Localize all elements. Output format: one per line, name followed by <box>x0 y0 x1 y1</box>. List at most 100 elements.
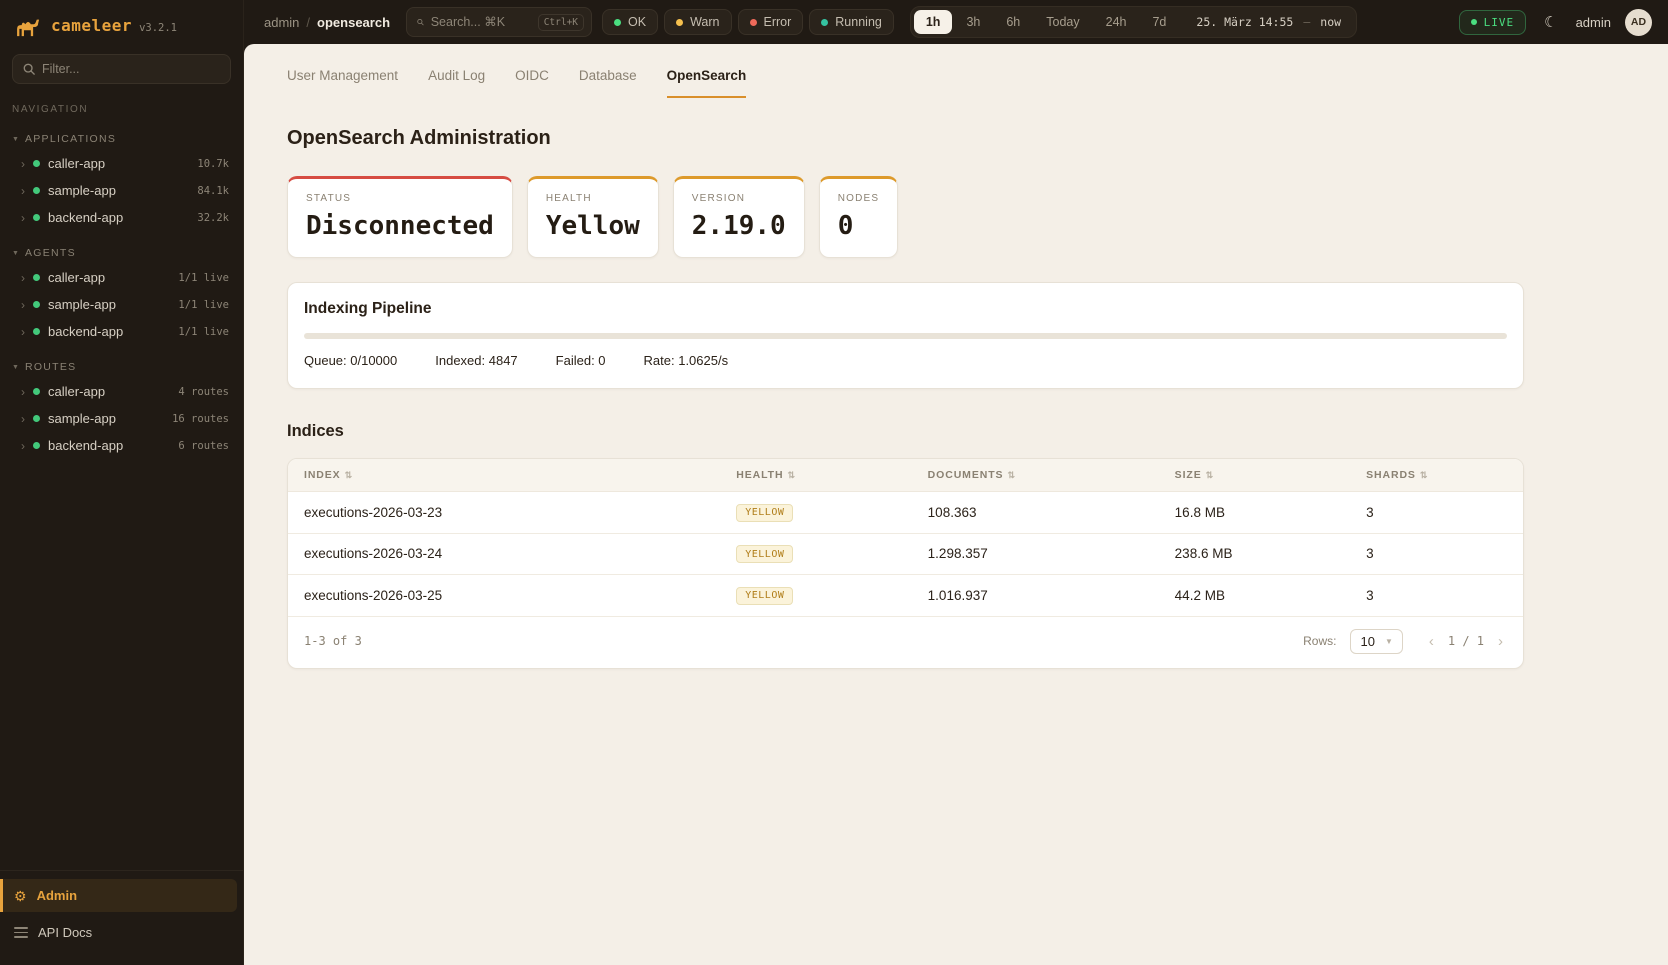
status-dot-icon <box>33 415 40 422</box>
tab-audit-log[interactable]: Audit Log <box>428 68 485 98</box>
search-icon <box>417 16 424 28</box>
sidebar-item-route-sample[interactable]: › sample-app 16 routes <box>0 405 243 432</box>
item-badge: 10.7k <box>197 158 229 170</box>
prev-page-button[interactable]: ‹ <box>1425 632 1438 651</box>
item-label: caller-app <box>48 384 105 399</box>
next-page-button[interactable]: › <box>1494 632 1507 651</box>
avatar[interactable]: AD <box>1625 9 1652 36</box>
sidebar-filter[interactable] <box>12 54 231 84</box>
pagination: ‹ 1 / 1 › <box>1425 632 1507 651</box>
sidebar-item-agent-caller[interactable]: › caller-app 1/1 live <box>0 264 243 291</box>
stat-value: Yellow <box>546 211 640 241</box>
time-range-1h[interactable]: 1h <box>914 10 953 34</box>
item-badge: 84.1k <box>197 185 229 197</box>
pipeline-stats: Queue: 0/10000 Indexed: 4847 Failed: 0 R… <box>304 353 1507 368</box>
item-badge: 16 routes <box>172 413 229 425</box>
column-header-shards[interactable]: SHARDS⇅ <box>1350 459 1523 492</box>
global-search[interactable]: Ctrl+K <box>406 7 592 37</box>
rows-label: Rows: <box>1303 634 1336 648</box>
search-input[interactable] <box>431 15 531 29</box>
stat-value: 0 <box>838 211 880 241</box>
pill-label: OK <box>628 15 646 29</box>
time-range-6h[interactable]: 6h <box>994 10 1032 34</box>
ok-dot-icon <box>614 19 621 26</box>
stat-label: HEALTH <box>546 193 640 204</box>
sidebar-item-app-sample[interactable]: › sample-app 84.1k <box>0 177 243 204</box>
pipeline-stat-queue: Queue: 0/10000 <box>304 353 397 368</box>
indices-table: INDEX⇅ HEALTH⇅ DOCUMENTS⇅ SIZE⇅ SHARDS⇅ … <box>288 459 1523 617</box>
stat-label: VERSION <box>692 193 786 204</box>
moon-icon: ☾ <box>1544 14 1557 31</box>
rows-per-page-select[interactable]: 10 ▼ <box>1350 629 1402 654</box>
filter-input[interactable] <box>42 62 220 76</box>
app-version: v3.2.1 <box>139 22 177 34</box>
item-label: backend-app <box>48 324 123 339</box>
row-range: 1-3 of 3 <box>304 634 362 648</box>
item-label: sample-app <box>48 183 116 198</box>
filter-pill-warn[interactable]: Warn <box>664 9 731 35</box>
status-dot-icon <box>33 187 40 194</box>
status-dot-icon <box>33 328 40 335</box>
filter-pill-error[interactable]: Error <box>738 9 804 35</box>
pipeline-stat-failed: Failed: 0 <box>556 353 606 368</box>
sort-icon: ⇅ <box>345 470 353 480</box>
column-header-size[interactable]: SIZE⇅ <box>1159 459 1350 492</box>
tab-oidc[interactable]: OIDC <box>515 68 549 98</box>
app-root: cameleer v3.2.1 NAVIGATION ▼ APPLICATION… <box>0 0 1668 965</box>
sidebar: cameleer v3.2.1 NAVIGATION ▼ APPLICATION… <box>0 0 244 965</box>
camel-icon <box>14 16 44 38</box>
item-badge: 1/1 live <box>178 272 229 284</box>
sidebar-item-route-caller[interactable]: › caller-app 4 routes <box>0 378 243 405</box>
sidebar-item-app-caller[interactable]: › caller-app 10.7k <box>0 150 243 177</box>
section-label: AGENTS <box>25 247 76 259</box>
time-range-24h[interactable]: 24h <box>1094 10 1139 34</box>
status-dot-icon <box>33 214 40 221</box>
section-header-routes[interactable]: ▼ ROUTES <box>0 358 243 378</box>
column-header-documents[interactable]: DOCUMENTS⇅ <box>912 459 1159 492</box>
tab-opensearch[interactable]: OpenSearch <box>667 68 747 98</box>
cell-documents: 1.016.937 <box>912 575 1159 617</box>
column-header-health[interactable]: HEALTH⇅ <box>720 459 911 492</box>
filter-pill-running[interactable]: Running <box>809 9 894 35</box>
stat-card-health: HEALTH Yellow <box>527 176 659 258</box>
breadcrumb-admin[interactable]: admin <box>264 15 299 30</box>
time-range-3h[interactable]: 3h <box>954 10 992 34</box>
section-header-agents[interactable]: ▼ AGENTS <box>0 244 243 264</box>
live-toggle[interactable]: LIVE <box>1459 10 1527 35</box>
pipeline-stat-indexed: Indexed: 4847 <box>435 353 517 368</box>
column-header-index[interactable]: INDEX⇅ <box>288 459 720 492</box>
section-header-applications[interactable]: ▼ APPLICATIONS <box>0 130 243 150</box>
table-footer: 1-3 of 3 Rows: 10 ▼ ‹ 1 / 1 › <box>288 617 1523 668</box>
time-range-display[interactable]: 25. März 14:55 — now <box>1196 15 1341 29</box>
item-badge: 1/1 live <box>178 326 229 338</box>
sidebar-item-route-backend[interactable]: › backend-app 6 routes <box>0 432 243 459</box>
table-row[interactable]: executions-2026-03-23 YELLOW 108.363 16.… <box>288 492 1523 534</box>
health-badge: YELLOW <box>736 545 793 563</box>
time-range-7d[interactable]: 7d <box>1140 10 1178 34</box>
sidebar-item-agent-backend[interactable]: › backend-app 1/1 live <box>0 318 243 345</box>
sidebar-item-admin[interactable]: ⚙ Admin <box>0 879 237 912</box>
chevron-right-icon: › <box>21 440 25 452</box>
tab-user-management[interactable]: User Management <box>287 68 398 98</box>
time-range-today[interactable]: Today <box>1034 10 1091 34</box>
table-row[interactable]: executions-2026-03-25 YELLOW 1.016.937 4… <box>288 575 1523 617</box>
sort-icon: ⇅ <box>1007 470 1015 480</box>
table-row[interactable]: executions-2026-03-24 YELLOW 1.298.357 2… <box>288 533 1523 575</box>
cell-shards: 3 <box>1350 492 1523 534</box>
item-badge: 6 routes <box>178 440 229 452</box>
health-badge: YELLOW <box>736 504 793 522</box>
cell-health: YELLOW <box>720 492 911 534</box>
tab-database[interactable]: Database <box>579 68 637 98</box>
sort-icon: ⇅ <box>1420 470 1428 480</box>
shortcut-chip: Ctrl+K <box>538 14 584 31</box>
breadcrumb-current: opensearch <box>317 15 390 30</box>
sidebar-item-api-docs[interactable]: API Docs <box>0 916 243 949</box>
app-name: cameleer <box>51 16 132 35</box>
filter-pill-ok[interactable]: OK <box>602 9 658 35</box>
cell-shards: 3 <box>1350 533 1523 575</box>
status-dot-icon <box>33 442 40 449</box>
date-to: now <box>1320 15 1341 29</box>
sidebar-item-agent-sample[interactable]: › sample-app 1/1 live <box>0 291 243 318</box>
sidebar-item-app-backend[interactable]: › backend-app 32.2k <box>0 204 243 231</box>
dark-mode-toggle[interactable]: ☾ <box>1540 11 1561 34</box>
